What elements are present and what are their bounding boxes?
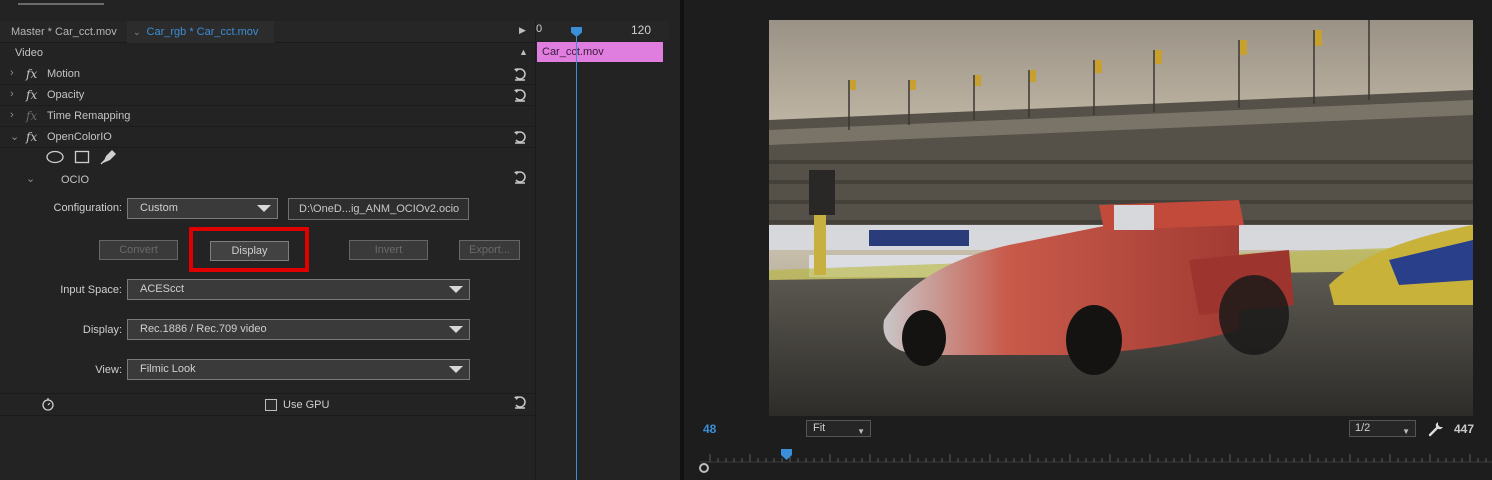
ruler-tick-120: 120 (631, 23, 652, 37)
chevron-down-icon[interactable]: ⌄ (26, 172, 35, 185)
ellipse-mask-icon[interactable] (45, 150, 65, 164)
stopwatch-icon[interactable] (41, 397, 55, 411)
display-dropdown[interactable]: Rec.1886 / Rec.709 video (127, 319, 470, 340)
playhead-line (576, 31, 577, 480)
fx-icon[interactable]: fx (26, 130, 37, 144)
video-frame (769, 20, 1473, 416)
effect-row-motion[interactable]: › fx Motion (0, 64, 535, 85)
view-label: View: (95, 364, 122, 376)
effect-timeline[interactable]: 0 120 Car_cct.mov (535, 21, 669, 480)
play-only-arrow-icon[interactable]: ▶ (519, 25, 526, 36)
effect-controls-panel: Master * Car_cct.mov ⌄ Car_rgb * Car_cct.… (0, 0, 680, 480)
chevron-right-icon[interactable]: › (10, 109, 14, 121)
collapse-up-icon[interactable]: ▲ (519, 47, 528, 57)
time-ruler[interactable]: 0 120 (536, 21, 669, 41)
tab-sequence-clip-label: Car_rgb * Car_cct.mov (146, 26, 259, 38)
dropdown-caret-icon (449, 366, 463, 373)
in-point-knob[interactable] (699, 463, 709, 473)
fx-icon[interactable]: fx (26, 67, 37, 81)
current-timecode[interactable]: 48 (703, 422, 716, 436)
use-gpu-label: Use GPU (283, 399, 330, 411)
duration-timecode: 447 (1454, 422, 1475, 436)
playback-resolution-value: 1/2 (1355, 422, 1371, 434)
chevron-right-icon[interactable]: › (10, 88, 14, 100)
rectangle-mask-icon[interactable] (74, 150, 90, 164)
timeline-clip[interactable]: Car_cct.mov (537, 42, 663, 62)
row-divider (0, 393, 535, 394)
zoom-level-select[interactable]: Fit ▼ (806, 420, 871, 437)
row-divider (0, 415, 535, 416)
video-section-header: Video ▲ (0, 43, 535, 64)
chevron-down-icon[interactable]: ⌄ (10, 130, 19, 143)
reset-icon[interactable] (513, 395, 527, 409)
dropdown-caret-icon (449, 326, 463, 333)
panel-tab-indicator (18, 3, 104, 5)
scrub-bar[interactable] (700, 448, 1492, 473)
effect-row-opencolorio[interactable]: ⌄ fx OpenColorIO (0, 127, 535, 148)
configuration-dropdown[interactable]: Custom (127, 198, 278, 219)
effect-row-time-remapping[interactable]: › fx Time Remapping (0, 106, 535, 127)
config-path-field[interactable]: D:\OneD...ig_ANM_OCIOv2.ocio (288, 198, 469, 220)
export-button[interactable]: Export... (459, 240, 520, 260)
input-space-label: Input Space: (60, 284, 122, 296)
drag-race-image (769, 20, 1473, 416)
tab-master-clip[interactable]: Master * Car_cct.mov (0, 21, 127, 43)
configuration-value: Custom (140, 202, 178, 214)
wrench-icon[interactable] (1428, 421, 1444, 437)
effect-label-opencolorio: OpenColorIO (47, 131, 112, 143)
configuration-label: Configuration: (53, 202, 123, 214)
red-highlight-box (189, 227, 309, 272)
video-section-label: Video (15, 47, 43, 59)
input-space-value: ACEScct (140, 283, 185, 295)
reset-icon[interactable] (513, 67, 527, 81)
display-value: Rec.1886 / Rec.709 video (140, 323, 267, 335)
chevron-down-icon: ▼ (1402, 427, 1410, 436)
ocio-group-label: OCIO (61, 174, 90, 186)
chevron-down-icon: ⌄ (133, 27, 141, 37)
tab-sequence-clip[interactable]: ⌄ Car_rgb * Car_cct.mov (127, 21, 274, 43)
reset-icon[interactable] (513, 170, 527, 184)
fx-icon: fx (26, 109, 38, 123)
dropdown-caret-icon (449, 286, 463, 293)
reset-icon[interactable] (513, 88, 527, 102)
dropdown-caret-icon (257, 205, 271, 212)
chevron-right-icon[interactable]: › (10, 67, 14, 79)
ruler-tick-zero: 0 (536, 23, 543, 35)
chevron-down-icon: ▼ (857, 427, 865, 436)
effect-label-opacity: Opacity (47, 89, 85, 101)
zoom-level-value: Fit (813, 422, 826, 434)
fx-icon[interactable]: fx (26, 88, 37, 102)
use-gpu-checkbox[interactable] (265, 399, 277, 411)
input-space-dropdown[interactable]: ACEScct (127, 279, 470, 300)
display-label: Display: (82, 324, 122, 336)
playback-resolution-select[interactable]: 1/2 ▼ (1349, 420, 1416, 437)
effect-label-time-remapping: Time Remapping (47, 110, 131, 122)
view-value: Filmic Look (140, 363, 196, 375)
clip-tab-bar: Master * Car_cct.mov ⌄ Car_rgb * Car_cct.… (0, 21, 535, 43)
effect-row-opacity[interactable]: › fx Opacity (0, 85, 535, 106)
reset-icon[interactable] (513, 130, 527, 144)
invert-button[interactable]: Invert (349, 240, 428, 260)
effect-label-motion: Motion (47, 68, 81, 80)
pen-mask-icon[interactable] (100, 148, 118, 165)
view-dropdown[interactable]: Filmic Look (127, 359, 470, 380)
convert-button[interactable]: Convert (99, 240, 178, 260)
